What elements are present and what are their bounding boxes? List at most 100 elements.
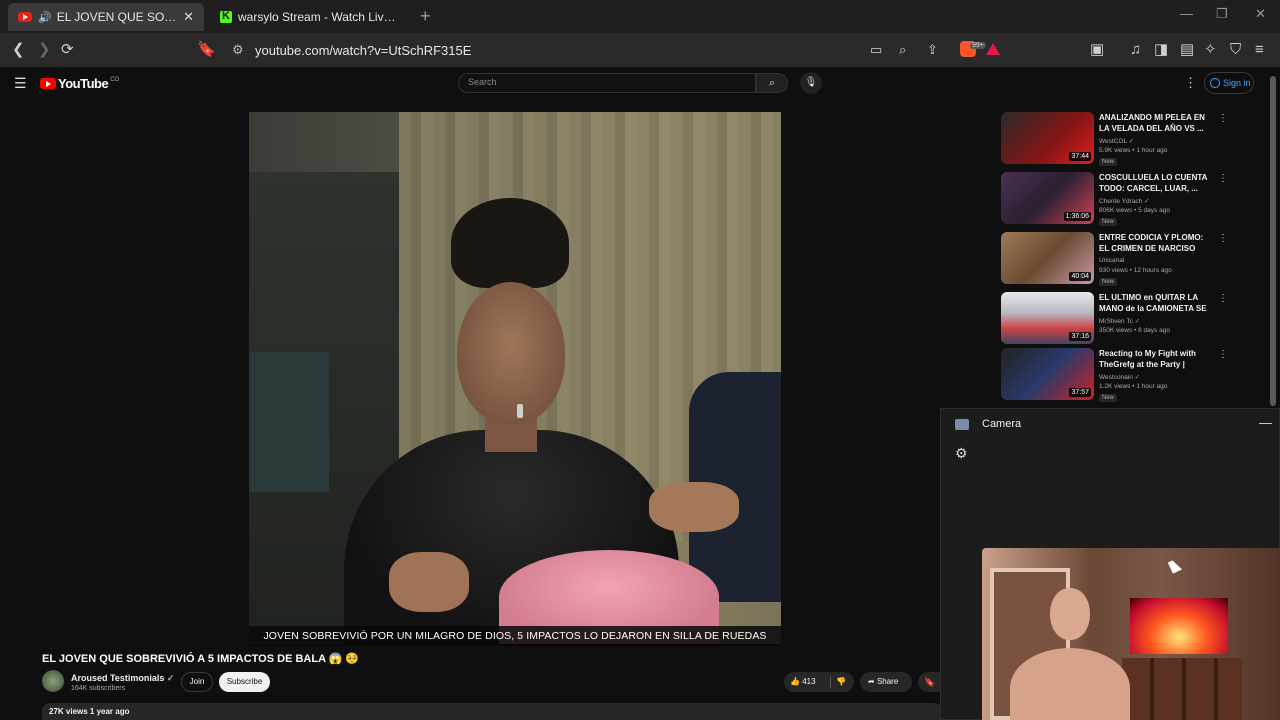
new-tab-button[interactable]: +	[420, 6, 431, 27]
like-divider	[830, 676, 831, 688]
youtube-logo[interactable]: YouTube CO	[40, 76, 119, 91]
search-button[interactable]: ⌕	[756, 73, 788, 93]
logo-text: YouTube	[58, 76, 109, 91]
recommendation-item[interactable]: 37:16 EL ULTIMO en QUITAR LA MANO de la …	[1001, 292, 1228, 348]
address-bar[interactable]: ⚙ youtube.com/watch?v=UtSchRF315E ▭ ⌕ ⇪ …	[224, 36, 1010, 64]
more-actions-icon[interactable]: ⋮	[1218, 349, 1228, 360]
recommendation-channel[interactable]: WestCOL ✓	[1099, 137, 1134, 145]
brave-rewards-icon[interactable]	[986, 43, 1000, 55]
subscriber-count: 164K subscribers	[71, 685, 126, 692]
cast-icon[interactable]: ▭	[870, 42, 882, 58]
close-icon[interactable]: ✕	[183, 9, 194, 25]
tab-kick[interactable]: warsylo Stream - Watch Live on Kick	[210, 3, 410, 31]
leo-icon[interactable]: ✧	[1204, 41, 1217, 59]
recommendation-title[interactable]: EL ULTIMO en QUITAR LA MANO de la CAMION…	[1099, 292, 1215, 314]
back-icon[interactable]: ❮	[12, 41, 25, 59]
youtube-play-icon	[40, 78, 56, 89]
menu-icon[interactable]: ≡	[1255, 41, 1264, 59]
dislike-button[interactable]: 👎	[836, 672, 846, 692]
channel-text: Westconain	[1099, 374, 1133, 381]
zoom-icon[interactable]: ⌕	[899, 42, 906, 58]
more-actions-icon[interactable]: ⋮	[1218, 113, 1228, 124]
description-box[interactable]: 27K views 1 year ago	[42, 703, 942, 720]
search-input[interactable]: Search	[458, 73, 756, 93]
gear-icon[interactable]: ⚙	[955, 445, 968, 462]
sidebar-icon[interactable]: ◨	[1154, 41, 1168, 59]
voice-search-button[interactable]: 🎙	[800, 72, 822, 94]
duration-badge: 37:44	[1069, 152, 1091, 161]
video-frame-object	[249, 352, 329, 492]
reload-icon[interactable]: ⟳	[61, 41, 74, 59]
camera-icon	[955, 419, 969, 430]
camera-title: Camera	[982, 418, 1022, 430]
recommendation-thumbnail[interactable]: 37:57	[1001, 348, 1094, 400]
more-actions-icon[interactable]: ⋮	[1218, 173, 1228, 184]
recommendation-meta: 930 views • 12 hours ago	[1099, 267, 1172, 274]
channel-avatar[interactable]	[42, 670, 64, 692]
recommendation-item[interactable]: 37:57 Reacting to My Fight with TheGrefg…	[1001, 348, 1228, 404]
page-scrollbar[interactable]	[1269, 70, 1277, 410]
recommendation-channel[interactable]: Chente Ydrach ✓	[1099, 197, 1150, 205]
shields-count-badge: 99+	[970, 42, 986, 49]
forward-icon[interactable]: ❯	[38, 41, 51, 59]
views-date: 27K views 1 year ago	[49, 707, 130, 716]
save-button[interactable]: 🔖	[918, 672, 942, 692]
join-button[interactable]: Join	[181, 672, 213, 692]
video-frame-hands	[389, 552, 469, 612]
recommendation-channel[interactable]: Unicanal	[1099, 257, 1124, 264]
recommendation-thumbnail[interactable]: 1:36:06	[1001, 172, 1094, 224]
bookmark-icon[interactable]: 🔖	[197, 41, 216, 59]
duration-badge: 37:57	[1069, 388, 1091, 397]
channel-text: WestCOL	[1099, 138, 1127, 145]
restore-button[interactable]: ❐	[1216, 6, 1228, 22]
youtube-icon	[18, 12, 32, 22]
recommendation-title[interactable]: ENTRE CODICIA Y PLOMO: EL CRIMEN DE NARC…	[1099, 232, 1215, 254]
browser-toolbar: ❮ ❯ ⟳ 🔖 ⚙ youtube.com/watch?v=UtSchRF315…	[0, 33, 1280, 67]
preview-person-head	[1050, 588, 1090, 640]
channel-name-text: Aroused Testimonials	[71, 673, 165, 683]
hamburger-menu-icon[interactable]: ☰	[14, 75, 27, 92]
recommendation-meta: 806K views • 5 days ago	[1099, 207, 1170, 214]
channel-name[interactable]: Aroused Testimonials ✓	[71, 673, 174, 684]
site-info-icon[interactable]: ⚙	[232, 42, 244, 58]
video-player[interactable]	[249, 112, 781, 644]
share-page-icon[interactable]: ⇪	[927, 42, 938, 58]
vpn-icon[interactable]: ⛉	[1230, 41, 1241, 59]
recommendation-title[interactable]: COSCULLUELA LO CUENTA TODO: CARCEL, LUAR…	[1099, 172, 1215, 194]
window-close-button[interactable]: ✕	[1255, 6, 1266, 22]
bookmark-save-icon: 🔖	[924, 677, 936, 687]
browser-tab-bar: 🔊 EL JOVEN QUE SOBREVIVIÓ A 5 IMPACTOS D…	[0, 0, 1280, 33]
speaker-icon[interactable]: 🔊	[38, 11, 52, 24]
recommendation-channel[interactable]: Westconain ✓	[1099, 373, 1140, 381]
more-actions-icon[interactable]: ⋮	[1218, 293, 1228, 304]
recommendation-thumbnail[interactable]: 40:04	[1001, 232, 1094, 284]
media-icon[interactable]: ♫	[1130, 41, 1141, 59]
share-button[interactable]: ➦ Share	[860, 672, 912, 692]
subscribe-button[interactable]: Subscribe	[219, 672, 270, 692]
new-badge: New	[1099, 394, 1118, 402]
tab-youtube[interactable]: 🔊 EL JOVEN QUE SOBREVIVIÓ A 5 IMPACTOS D…	[8, 3, 204, 31]
recommendation-channel[interactable]: MrStiven Tc ✓	[1099, 317, 1140, 325]
recommendation-title[interactable]: Reacting to My Fight with TheGrefg at th…	[1099, 348, 1215, 370]
sign-in-button[interactable]: Sign in	[1204, 72, 1254, 94]
recommendation-item[interactable]: 40:04 ENTRE CODICIA Y PLOMO: EL CRIMEN D…	[1001, 232, 1228, 288]
minimize-button[interactable]: —	[1180, 6, 1193, 21]
more-actions-icon[interactable]: ⋮	[1218, 233, 1228, 244]
like-count: 413	[802, 677, 816, 686]
tab-title: EL JOVEN QUE SOBREVIVIÓ A 5 IMPACTOS DE …	[56, 10, 177, 24]
new-badge: New	[1099, 158, 1118, 166]
screenshot-icon[interactable]: ▣	[1090, 41, 1104, 59]
recommendation-thumbnail[interactable]: 37:16	[1001, 292, 1094, 344]
sign-in-label: Sign in	[1223, 78, 1251, 88]
like-button[interactable]: 👍 413	[790, 672, 816, 692]
wallet-icon[interactable]: ▤	[1180, 41, 1194, 59]
recommendation-thumbnail[interactable]: 37:44	[1001, 112, 1094, 164]
recommendation-title[interactable]: ANALIZANDO MI PELEA EN LA VELADA DEL AÑO…	[1099, 112, 1215, 134]
recommendation-item[interactable]: 1:36:06 COSCULLUELA LO CUENTA TODO: CARC…	[1001, 172, 1228, 228]
video-caption: JOVEN SOBREVIVIÓ POR UN MILAGRO DE DIOS,…	[249, 626, 781, 646]
settings-menu-icon[interactable]: ⋮	[1184, 75, 1197, 91]
recommendation-item[interactable]: 37:44 ANALIZANDO MI PELEA EN LA VELADA D…	[1001, 112, 1228, 168]
scrollbar-thumb[interactable]	[1270, 76, 1276, 406]
search-icon: ⌕	[768, 77, 776, 89]
camera-minimize-button[interactable]: —	[1259, 415, 1272, 430]
